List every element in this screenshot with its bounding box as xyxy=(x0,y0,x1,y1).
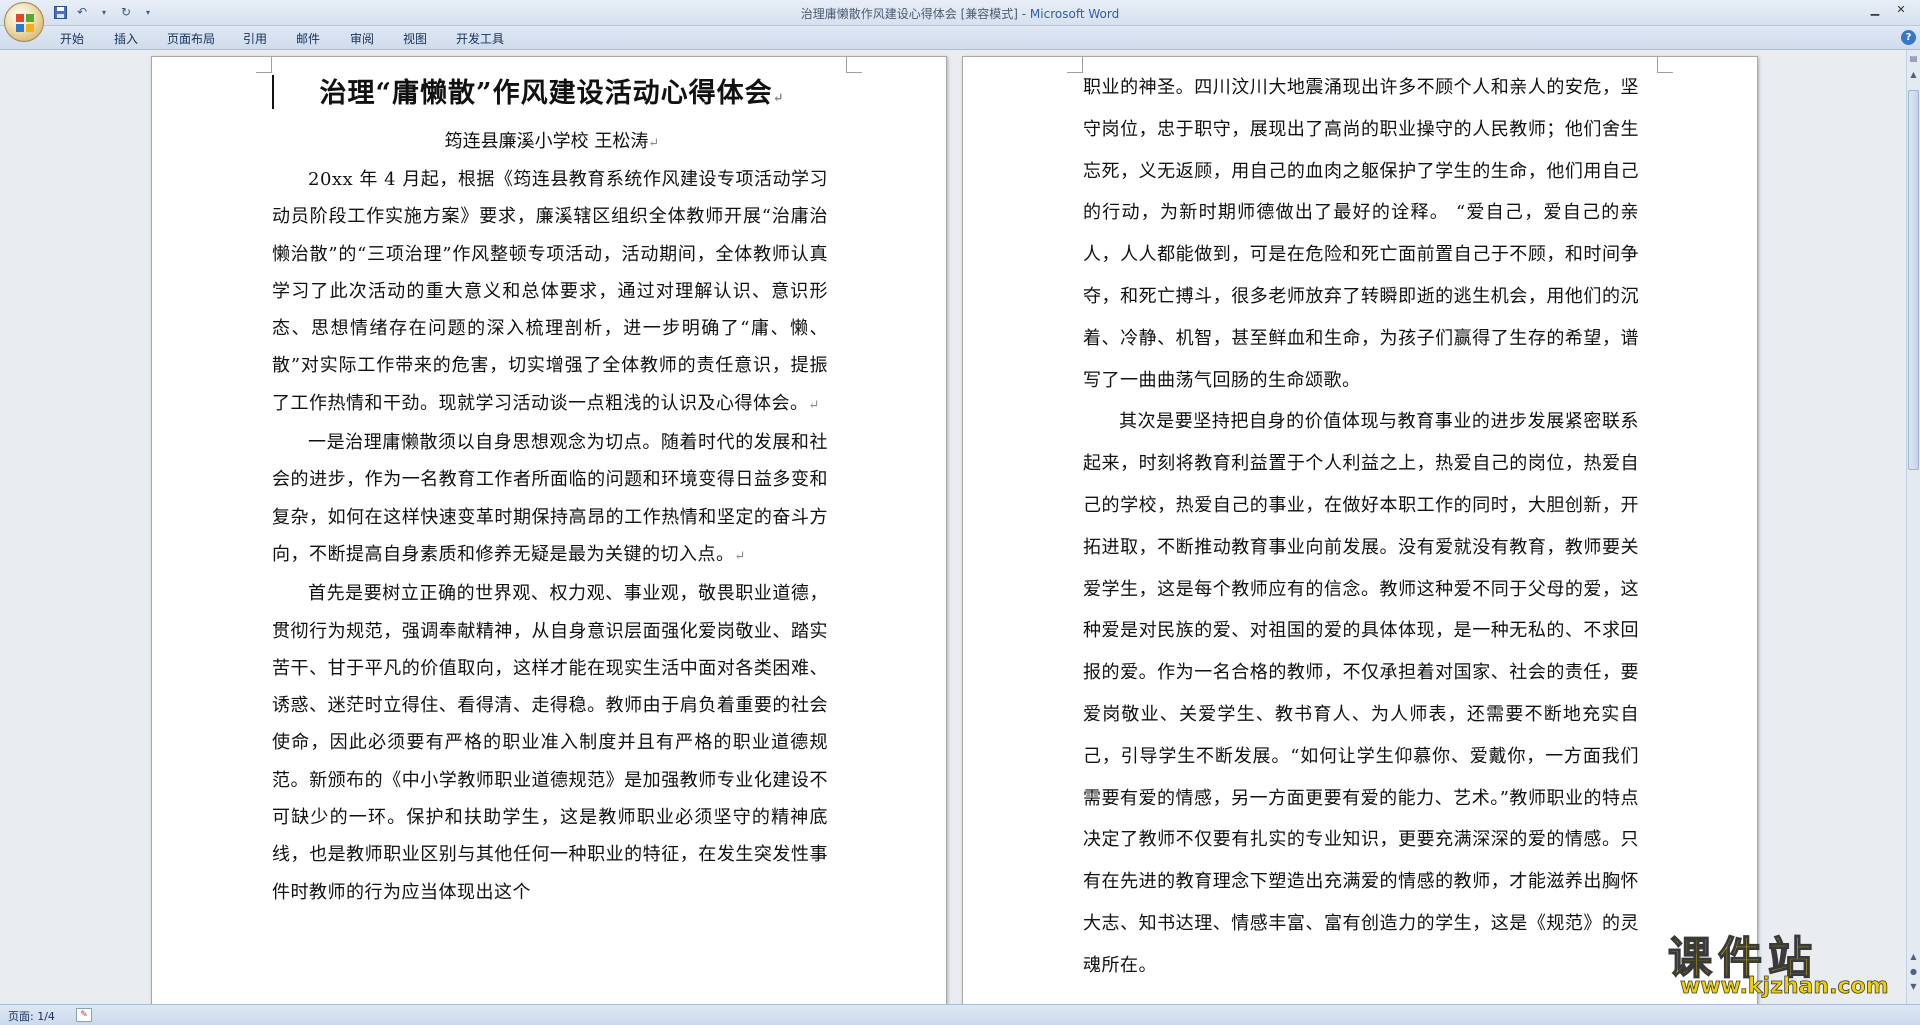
close-button[interactable]: ✕ xyxy=(1888,0,1914,18)
proofing-icon[interactable]: ✎ xyxy=(76,1008,92,1022)
watermark-url: www.kjzhan.com xyxy=(1680,974,1889,1000)
paragraph-text: 一是治理庸懒散须以自身思想观念为切点。随着时代的发展和社会的进步，作为一名教育工… xyxy=(272,432,828,565)
crop-mark xyxy=(1067,57,1083,73)
watermark-logo: 课件站 www.kjzhan.com xyxy=(1667,922,1908,1004)
tab-view[interactable]: 视图 xyxy=(403,30,427,47)
document-workspace: 治理“庸懒散”作风建设活动心得体会↵ 筠连县廉溪小学校 王松涛↵ 20xx 年 … xyxy=(0,50,1906,1004)
tab-developer[interactable]: 开发工具 xyxy=(456,30,504,47)
page2-body[interactable]: 职业的神圣。四川汶川大地震涌现出许多不顾个人和亲人的安危，坚守岗位，忠于职守，展… xyxy=(1083,67,1639,987)
crop-mark xyxy=(1657,57,1673,73)
paragraph[interactable]: 20xx 年 4 月起，根据《筠连县教育系统作风建设专项活动学习动员阶段工作实施… xyxy=(272,161,828,424)
page-number-status[interactable]: 页面: 1/4 xyxy=(8,1008,55,1024)
document-name: 治理庸懒散作风建设心得体会 [兼容模式] - xyxy=(800,7,1030,21)
ribbon-tab-bar: 开始 插入 页面布局 引用 邮件 审阅 视图 开发工具 ? xyxy=(0,26,1920,50)
vertical-scrollbar[interactable]: ▤ ▲ ▲ ● ▼ xyxy=(1906,50,1920,1004)
app-name: Microsoft Word xyxy=(1029,7,1120,21)
select-browse-object-icon[interactable]: ● xyxy=(1908,965,1919,977)
page1-body[interactable]: 20xx 年 4 月起，根据《筠连县教育系统作风建设专项活动学习动员阶段工作实施… xyxy=(272,161,828,911)
scroll-up-icon[interactable]: ▲ xyxy=(1908,68,1919,80)
title-bar: ↶ ▾ ↻ ▾ 治理庸懒散作风建设心得体会 [兼容模式] - Microsoft… xyxy=(0,0,1920,26)
paragraph-mark: ↵ xyxy=(808,397,820,413)
document-title[interactable]: 治理“庸懒散”作风建设活动心得体会↵ xyxy=(272,71,832,110)
subtitle-text: 筠连县廉溪小学校 王松涛 xyxy=(444,131,649,152)
status-bar: 页面: 1/4 ✎ xyxy=(0,1004,1920,1025)
paragraph[interactable]: 其次是要坚持把自身的价值体现与教育事业的进步发展紧密联系起来，时刻将教育利益置于… xyxy=(1083,401,1639,986)
tab-review[interactable]: 审阅 xyxy=(350,30,374,47)
window-title: 治理庸懒散作风建设心得体会 [兼容模式] - Microsoft Word xyxy=(0,5,1920,22)
minimize-button[interactable]: ▁ xyxy=(1862,0,1888,18)
next-page-icon[interactable]: ▼ xyxy=(1908,980,1919,992)
tab-page-layout[interactable]: 页面布局 xyxy=(167,30,215,47)
scroll-thumb[interactable] xyxy=(1908,90,1919,470)
previous-page-icon[interactable]: ▲ xyxy=(1908,950,1919,962)
paragraph-mark: ↵ xyxy=(648,136,660,151)
help-icon[interactable]: ? xyxy=(1901,30,1916,45)
paragraph-text: 其次是要坚持把自身的价值体现与教育事业的进步发展紧密联系起来，时刻将教育利益置于… xyxy=(1083,411,1639,976)
paragraph-text: 首先是要树立正确的世界观、权力观、事业观，敬畏职业道德，贯彻行为规范，强调奉献精… xyxy=(272,583,828,903)
crop-mark xyxy=(256,57,272,73)
document-page-2[interactable]: 职业的神圣。四川汶川大地震涌现出许多不顾个人和亲人的安危，坚守岗位，忠于职守，展… xyxy=(962,56,1758,1004)
tab-home[interactable]: 开始 xyxy=(60,30,84,47)
crop-mark xyxy=(846,57,862,73)
document-page-1[interactable]: 治理“庸懒散”作风建设活动心得体会↵ 筠连县廉溪小学校 王松涛↵ 20xx 年 … xyxy=(151,56,947,1004)
tab-references[interactable]: 引用 xyxy=(243,30,267,47)
paragraph[interactable]: 首先是要树立正确的世界观、权力观、事业观，敬畏职业道德，贯彻行为规范，强调奉献精… xyxy=(272,575,828,911)
paragraph-mark: ↵ xyxy=(734,548,746,564)
ruler-toggle-icon[interactable]: ▤ xyxy=(1908,52,1919,64)
document-subtitle[interactable]: 筠连县廉溪小学校 王松涛↵ xyxy=(272,127,832,153)
paragraph[interactable]: 职业的神圣。四川汶川大地震涌现出许多不顾个人和亲人的安危，坚守岗位，忠于职守，展… xyxy=(1083,67,1639,401)
paragraph-text: 20xx 年 4 月起，根据《筠连县教育系统作风建设专项活动学习动员阶段工作实施… xyxy=(272,169,828,414)
tab-insert[interactable]: 插入 xyxy=(114,30,138,47)
paragraph-mark: ↵ xyxy=(772,91,785,106)
paragraph[interactable]: 一是治理庸懒散须以自身思想观念为切点。随着时代的发展和社会的进步，作为一名教育工… xyxy=(272,424,828,575)
title-text: 治理“庸懒散”作风建设活动心得体会 xyxy=(319,78,773,109)
tab-mailings[interactable]: 邮件 xyxy=(296,30,320,47)
office-button[interactable] xyxy=(4,2,44,42)
paragraph-text: 职业的神圣。四川汶川大地震涌现出许多不顾个人和亲人的安危，坚守岗位，忠于职守，展… xyxy=(1083,77,1639,391)
office-logo-icon xyxy=(16,14,34,32)
